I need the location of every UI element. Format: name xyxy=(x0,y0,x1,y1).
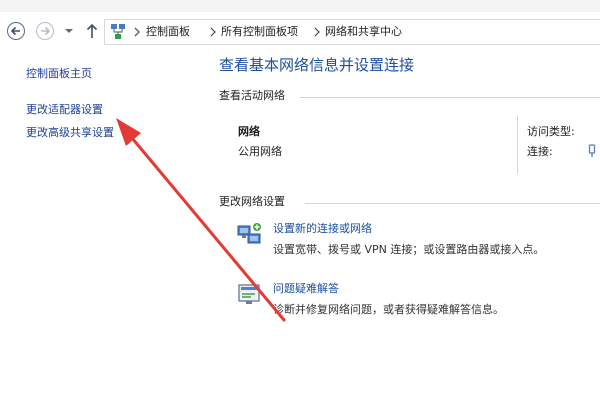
access-type-label: 访问类型: xyxy=(527,125,575,138)
annotation-arrow-head xyxy=(116,118,141,146)
breadcrumb-control-panel[interactable]: 控制面板 xyxy=(146,25,190,39)
back-button[interactable] xyxy=(7,22,25,40)
connections-label: 连接: xyxy=(527,145,553,158)
troubleshoot-problems-link[interactable]: 问题疑难解答 xyxy=(273,282,339,296)
up-arrow-icon[interactable] xyxy=(86,23,98,39)
network-type-link[interactable]: 公用网络 xyxy=(238,145,282,159)
breadcrumb-all-items[interactable]: 所有控制面板项 xyxy=(221,25,298,39)
recent-locations-chevron-icon[interactable] xyxy=(64,26,74,36)
section-divider xyxy=(300,97,600,98)
setup-new-connection-link[interactable]: 设置新的连接或网络 xyxy=(273,222,372,236)
setup-new-connection-description: 设置宽带、拨号或 VPN 连接；或设置路由器或接入点。 xyxy=(273,243,545,256)
breadcrumb-separator-icon xyxy=(314,27,320,37)
sidebar-item-advanced-sharing[interactable]: 更改高级共享设置 xyxy=(26,126,114,140)
network-name: 网络 xyxy=(238,125,260,138)
breadcrumb-network-center[interactable]: 网络和共享中心 xyxy=(325,25,402,39)
window-top-band xyxy=(0,0,600,12)
sidebar-item-change-adapter-settings[interactable]: 更改适配器设置 xyxy=(26,103,103,117)
troubleshoot-problems-description: 诊断并修复网络问题，或者获得疑难解答信息。 xyxy=(273,303,504,316)
sidebar-item-control-panel-home[interactable]: 控制面板主页 xyxy=(26,67,92,81)
forward-arrow-icon xyxy=(41,26,51,36)
page-title: 查看基本网络信息并设置连接 xyxy=(219,56,415,74)
active-networks-heading: 查看活动网络 xyxy=(219,89,285,102)
network-center-icon xyxy=(111,24,125,39)
change-settings-heading: 更改网络设置 xyxy=(219,195,285,208)
network-setup-icon xyxy=(237,223,261,244)
back-arrow-icon xyxy=(10,26,20,36)
ethernet-connection-icon[interactable] xyxy=(587,144,597,158)
forward-button[interactable] xyxy=(36,22,54,40)
breadcrumb-separator-icon xyxy=(134,27,140,37)
troubleshoot-icon xyxy=(238,284,260,304)
section-divider xyxy=(305,203,600,204)
address-bar[interactable]: 控制面板 所有控制面板项 网络和共享中心 xyxy=(104,19,600,45)
vertical-divider xyxy=(517,116,518,174)
breadcrumb-separator-icon xyxy=(210,27,216,37)
